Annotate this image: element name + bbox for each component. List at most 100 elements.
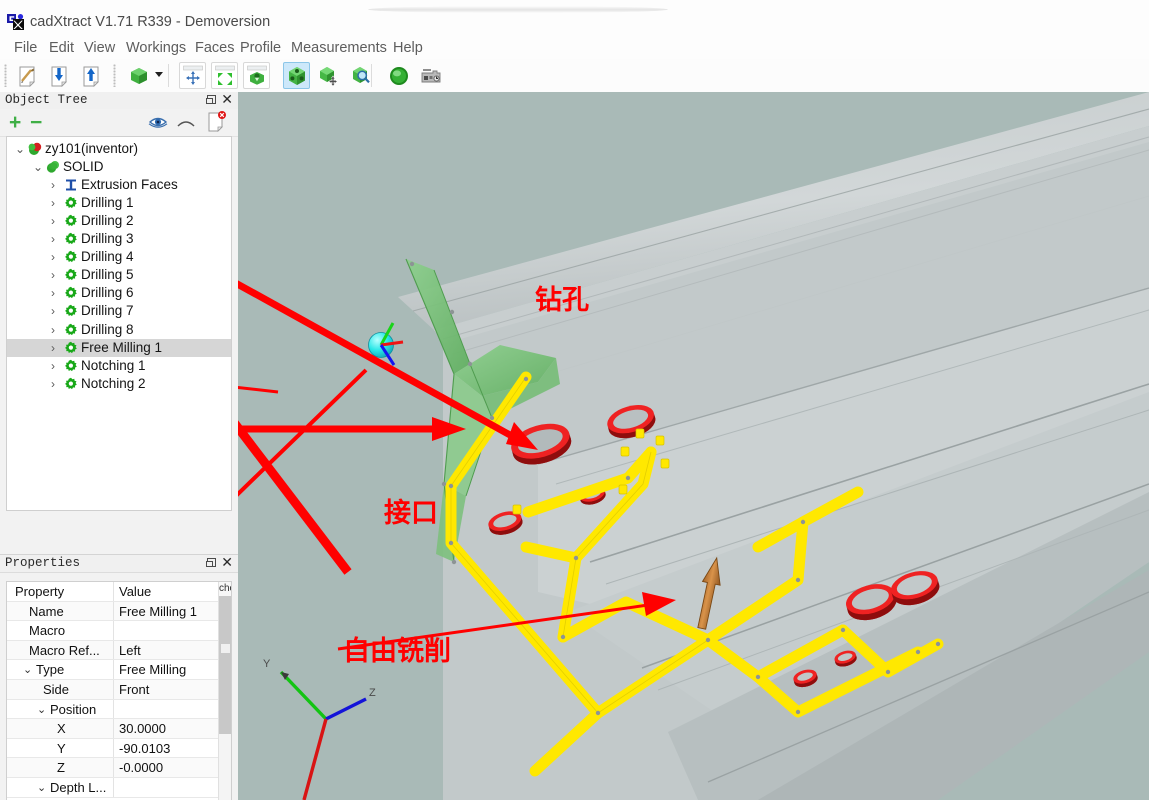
property-key: Position: [50, 701, 97, 717]
hide-eye-icon[interactable]: [176, 116, 196, 134]
chevron-right-icon[interactable]: ›: [51, 214, 55, 228]
tree-item-label: Drilling 5: [81, 267, 134, 283]
chevron-down-icon[interactable]: ⌄: [15, 142, 25, 156]
cadxtract-logo-icon: [6, 12, 25, 31]
import-button[interactable]: [46, 62, 73, 89]
property-value: -90.0103: [119, 740, 171, 756]
cube-recycle-icon: [244, 65, 269, 86]
property-row[interactable]: X 30.0000: [7, 719, 219, 739]
tree-item-drilling-3[interactable]: › Drilling 3: [7, 230, 231, 248]
3d-viewport[interactable]: Y Z 钻孔 接口 自由铣削: [238, 92, 1149, 800]
properties-panel-header: Properties ✕: [0, 554, 238, 573]
property-row[interactable]: Property Value: [7, 582, 219, 602]
eye-icon[interactable]: [148, 114, 168, 135]
close-icon[interactable]: ✕: [221, 554, 233, 571]
property-row[interactable]: Y -90.0103: [7, 738, 219, 759]
chevron-down-icon[interactable]: [155, 72, 163, 77]
arrow-down-page-icon: [47, 65, 72, 87]
chevron-right-icon[interactable]: ›: [51, 377, 55, 391]
expand-corners-icon: [212, 65, 237, 86]
chevron-right-icon[interactable]: ›: [51, 178, 55, 192]
tree-item-drilling-8[interactable]: › Drilling 8: [7, 321, 231, 339]
zoom-object-button[interactable]: [243, 62, 270, 89]
menu-file[interactable]: File: [12, 38, 39, 59]
tree-item-drilling-7[interactable]: › Drilling 7: [7, 302, 231, 320]
scroll-up-button[interactable]: chevron-up-icon: [219, 582, 231, 622]
property-row[interactable]: Z -0.0000: [7, 758, 219, 778]
properties-vscrollbar[interactable]: chevron-up-icon: [218, 582, 231, 800]
tree-item-label: Drilling 6: [81, 285, 134, 301]
chevron-down-icon[interactable]: ⌄: [33, 160, 43, 174]
tree-item-extrusion-faces[interactable]: › Extrusion Faces: [7, 176, 231, 194]
property-row[interactable]: Side Front: [7, 680, 219, 700]
vscroll-thumb[interactable]: [219, 596, 231, 734]
chevron-right-icon[interactable]: ›: [51, 232, 55, 246]
tree-item-drilling-5[interactable]: › Drilling 5: [7, 266, 231, 284]
menu-help[interactable]: Help: [391, 38, 425, 59]
chevron-right-icon[interactable]: ›: [51, 341, 55, 355]
machine-button[interactable]: [417, 62, 444, 89]
chevron-right-icon[interactable]: ›: [51, 196, 55, 210]
property-key: Property: [15, 584, 65, 599]
chevron-right-icon[interactable]: ›: [51, 304, 55, 318]
3d-model-render: Y Z: [238, 92, 1149, 800]
menu-view[interactable]: View: [82, 38, 117, 59]
page-error-icon[interactable]: [206, 111, 228, 138]
vscroll-grip[interactable]: [221, 644, 230, 653]
zoom-extents-button[interactable]: [211, 62, 238, 89]
chevron-right-icon[interactable]: ›: [51, 286, 55, 300]
menu-edit[interactable]: Edit: [47, 38, 76, 59]
tree-item-free-milling-1[interactable]: › Free Milling 1: [7, 338, 231, 357]
tree-item-drilling-4[interactable]: › Drilling 4: [7, 248, 231, 266]
property-row[interactable]: ⌄ Type Free Milling: [7, 660, 219, 680]
property-row[interactable]: ⌄ Depth L...: [7, 778, 219, 798]
tree-item-drilling-6[interactable]: › Drilling 6: [7, 284, 231, 302]
menu-profile[interactable]: Profile: [238, 38, 283, 59]
remove-object-button[interactable]: −: [30, 112, 42, 133]
menu-measurements[interactable]: Measurements: [289, 38, 389, 59]
rotate-view-button[interactable]: [283, 62, 310, 89]
object-tree-list[interactable]: ⌄ zy101(inventor) ⌄ SOLID › Extrusion Faces › D…: [6, 136, 232, 511]
chevron-right-icon[interactable]: ›: [51, 268, 55, 282]
tree-item-notching-2[interactable]: › Notching 2: [7, 375, 231, 393]
tree-item-zy101-inventor[interactable]: ⌄ zy101(inventor): [7, 140, 231, 158]
properties-grid[interactable]: ⌄ Depth L... Z -0.0000 Y -90.0103 X 30.0000 ⌄ Pos…: [6, 581, 232, 800]
property-row[interactable]: ⌄ Position: [7, 699, 219, 720]
gear-icon: [64, 323, 78, 337]
restore-window-icon[interactable]: [206, 558, 216, 567]
fit-center-button[interactable]: [179, 62, 206, 89]
tree-item-drilling-2[interactable]: › Drilling 2: [7, 212, 231, 230]
menu-workings[interactable]: Workings: [124, 38, 188, 59]
chevron-right-icon[interactable]: ›: [51, 323, 55, 337]
property-value: Free Milling 1: [119, 603, 198, 619]
property-row[interactable]: Name Free Milling 1: [7, 601, 219, 622]
chevron-down-icon[interactable]: ⌄: [37, 780, 46, 796]
toolbar-grip[interactable]: [4, 64, 7, 87]
close-icon[interactable]: ✕: [221, 91, 233, 108]
title-bar: cadXtract V1.71 R339 - Demoversion: [0, 0, 1149, 36]
pan-view-button[interactable]: [315, 62, 342, 89]
chevron-down-icon[interactable]: ⌄: [23, 662, 32, 678]
export-button[interactable]: [78, 62, 105, 89]
solid-view-button[interactable]: [125, 62, 152, 89]
tree-item-solid[interactable]: ⌄ SOLID: [7, 158, 231, 176]
toolbar-grip[interactable]: [113, 64, 116, 87]
chevron-right-icon[interactable]: ›: [51, 250, 55, 264]
property-row[interactable]: Macro: [7, 621, 219, 641]
restore-window-icon[interactable]: [206, 95, 216, 104]
add-object-button[interactable]: +: [9, 112, 21, 133]
zoom-window-button[interactable]: [347, 62, 374, 89]
tree-item-drilling-1[interactable]: › Drilling 1: [7, 194, 231, 212]
property-row[interactable]: Macro Ref... Left: [7, 640, 219, 661]
tree-item-notching-1[interactable]: › Notching 1: [7, 357, 231, 375]
menu-faces[interactable]: Faces: [193, 38, 237, 59]
new-drawing-button[interactable]: [14, 62, 41, 89]
render-button[interactable]: [385, 62, 412, 89]
gear-icon: [64, 286, 78, 300]
chevron-right-icon[interactable]: ›: [51, 359, 55, 373]
green-cube-icon: [126, 65, 151, 87]
main-toolbar: [0, 59, 1149, 93]
chevron-down-icon[interactable]: ⌄: [37, 702, 46, 718]
property-value: Free Milling: [119, 662, 187, 678]
property-key: Depth L...: [50, 780, 107, 795]
